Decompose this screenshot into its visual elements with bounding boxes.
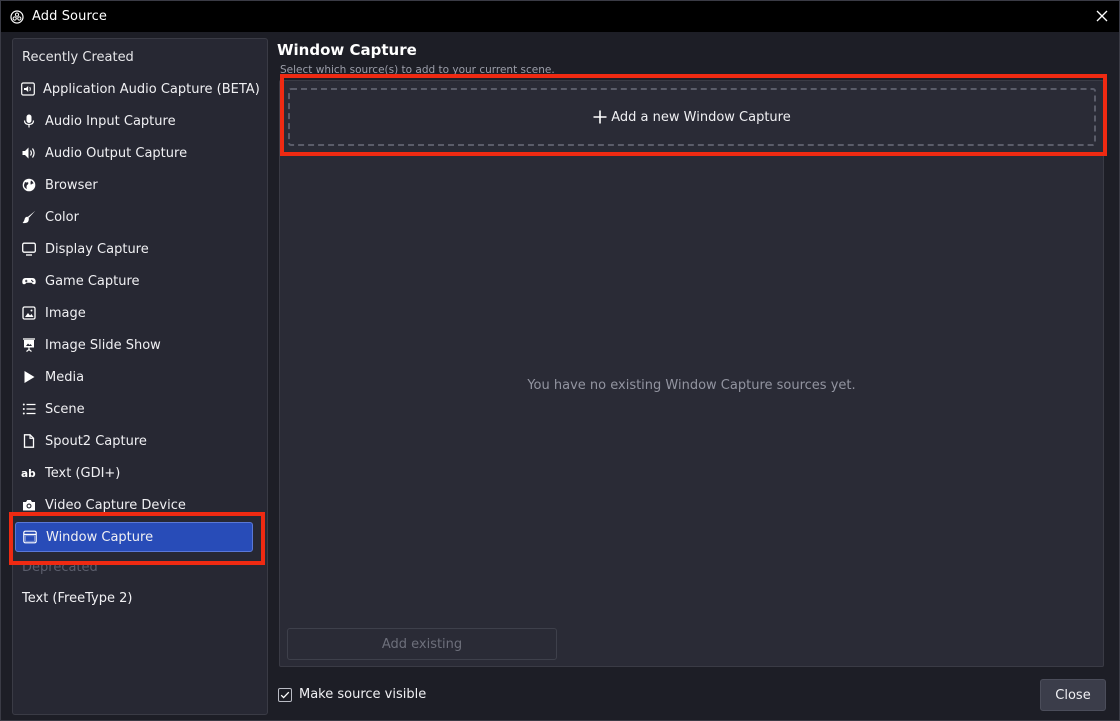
sidebar-item-label: Color	[45, 209, 79, 225]
obs-logo-icon	[9, 9, 25, 25]
add-new-source-label: Add a new Window Capture	[611, 109, 791, 125]
close-window-icon[interactable]	[1093, 7, 1111, 25]
window-title: Add Source	[32, 9, 107, 24]
monitor-icon	[21, 241, 37, 257]
sidebar-item-label: Media	[45, 369, 85, 385]
sidebar-item-display-capture[interactable]: Display Capture	[15, 234, 253, 264]
checkbox-checked-icon	[278, 687, 292, 702]
empty-state-message: You have no existing Window Capture sour…	[527, 378, 856, 393]
slideshow-icon	[21, 337, 37, 353]
text-ab-icon: ab	[21, 465, 37, 481]
sidebar-item-media[interactable]: Media	[15, 362, 253, 392]
sidebar-item-spout2-capture[interactable]: Spout2 Capture	[15, 426, 253, 456]
sidebar-item-label: Image	[45, 305, 86, 321]
image-icon	[21, 305, 37, 321]
sidebar-item-text-gdi[interactable]: ab Text (GDI+)	[15, 458, 253, 488]
source-type-list: Recently Created Application Audio Captu…	[12, 38, 268, 715]
sidebar-item-audio-output-capture[interactable]: Audio Output Capture	[15, 138, 253, 168]
sidebar-item-text-freetype2[interactable]: Text (FreeType 2)	[15, 583, 253, 613]
sidebar-item-audio-input-capture[interactable]: Audio Input Capture	[15, 106, 253, 136]
sidebar-item-label: Scene	[45, 401, 85, 417]
microphone-icon	[21, 113, 37, 129]
globe-icon	[21, 177, 37, 193]
sidebar-item-video-capture-device[interactable]: Video Capture Device	[15, 490, 253, 520]
sidebar-item-label: Video Capture Device	[45, 497, 186, 513]
app-audio-icon	[21, 81, 35, 97]
sidebar-item-browser[interactable]: Browser	[15, 170, 253, 200]
file-icon	[21, 433, 37, 449]
sidebar-item-label: Window Capture	[46, 529, 154, 545]
recently-created-header: Recently Created	[22, 50, 134, 65]
sidebar-item-image[interactable]: Image	[15, 298, 253, 328]
panel-title: Window Capture	[277, 41, 417, 59]
paintbrush-icon	[21, 209, 37, 225]
sidebar-item-label: Audio Input Capture	[45, 113, 176, 129]
sidebar-item-application-audio-capture[interactable]: Application Audio Capture (BETA)	[15, 74, 260, 104]
sidebar-item-label: Application Audio Capture (BETA)	[43, 81, 260, 97]
sidebar-item-image-slide-show[interactable]: Image Slide Show	[15, 330, 253, 360]
sidebar-item-label: Audio Output Capture	[45, 145, 188, 161]
gamepad-icon	[21, 273, 37, 289]
camera-icon	[21, 497, 37, 513]
make-source-visible-checkbox[interactable]: Make source visible	[278, 687, 426, 702]
make-source-visible-label: Make source visible	[299, 687, 427, 702]
title-bar: Add Source	[1, 1, 1119, 32]
existing-sources-panel	[279, 80, 1104, 667]
add-existing-button[interactable]: Add existing	[287, 628, 557, 660]
sidebar-item-label: Image Slide Show	[45, 337, 161, 353]
plus-icon	[593, 110, 607, 124]
speaker-icon	[21, 145, 37, 161]
list-icon	[21, 401, 37, 417]
sidebar-item-window-capture[interactable]: Window Capture	[15, 522, 253, 552]
play-icon	[21, 369, 37, 385]
add-source-dialog: Add Source Recently Created Application …	[0, 0, 1120, 721]
sidebar-item-label: Text (GDI+)	[45, 465, 121, 481]
panel-subtitle: Select which source(s) to add to your cu…	[280, 64, 555, 76]
sidebar-item-game-capture[interactable]: Game Capture	[15, 266, 253, 296]
sidebar-item-label: Text (FreeType 2)	[22, 590, 133, 606]
add-new-source-button[interactable]: Add a new Window Capture	[288, 88, 1096, 146]
window-icon	[22, 529, 38, 545]
svg-text:ab: ab	[21, 468, 36, 480]
sidebar-item-color[interactable]: Color	[15, 202, 253, 232]
sidebar-item-scene[interactable]: Scene	[15, 394, 253, 424]
deprecated-header: Deprecated	[22, 560, 98, 575]
sidebar-item-label: Display Capture	[45, 241, 149, 257]
sidebar-item-label: Browser	[45, 177, 98, 193]
sidebar-item-label: Spout2 Capture	[45, 433, 147, 449]
sidebar-item-label: Game Capture	[45, 273, 140, 289]
close-button[interactable]: Close	[1040, 679, 1106, 711]
